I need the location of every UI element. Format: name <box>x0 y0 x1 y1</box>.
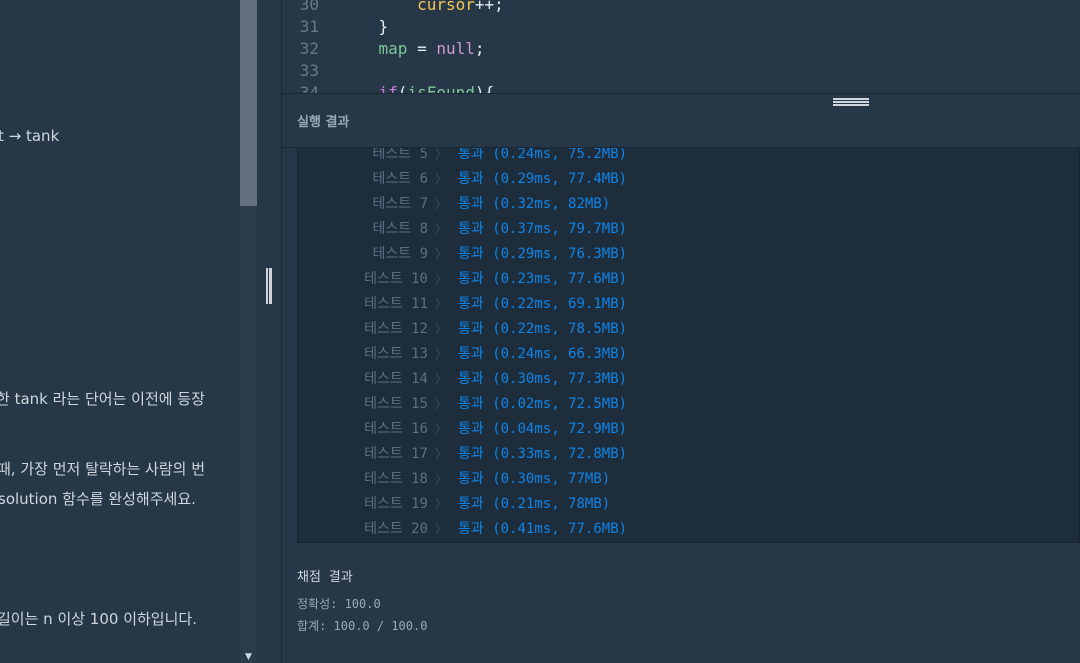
test-result-text: 통과 (0.04ms, 72.9MB) <box>458 421 628 437</box>
test-result-text: 통과 (0.22ms, 69.1MB) <box>458 296 628 312</box>
code-text[interactable]: } <box>340 16 389 38</box>
code-line[interactable]: 30 cursor++; <box>282 0 1080 16</box>
test-result-row: 테스트 20 〉 통과 (0.41ms, 77.6MB) <box>298 517 1079 542</box>
test-result-row: 테스트 15 〉 통과 (0.02ms, 72.5MB) <box>298 392 1079 417</box>
test-result-row: 테스트 14 〉 통과 (0.30ms, 77.3MB) <box>298 367 1079 392</box>
chevron-right-icon: 〉 <box>435 222 448 236</box>
test-result-text: 통과 (0.02ms, 72.5MB) <box>458 396 628 412</box>
chevron-right-icon: 〉 <box>435 172 448 186</box>
problem-description-panel: t → tank 한 tank 라는 단어는 이전에 등장 때, 가장 먼저 탈… <box>0 0 240 663</box>
test-label: 테스트 11 <box>364 296 428 312</box>
test-result-row: 테스트 6 〉 통과 (0.29ms, 77.4MB) <box>298 167 1079 192</box>
test-result-text: 통과 (0.30ms, 77.3MB) <box>458 371 628 387</box>
test-result-text: 통과 (0.37ms, 79.7MB) <box>458 221 628 237</box>
test-result-row: 테스트 13 〉 통과 (0.24ms, 66.3MB) <box>298 342 1079 367</box>
result-panel-body: 테스트 5 〉 통과 (0.24ms, 75.2MB) 테스트 6 〉 통과 (0.29m… <box>282 148 1080 663</box>
horizontal-grip-icon[interactable] <box>833 98 869 106</box>
result-panel-header: 실행 결과 <box>282 93 1080 148</box>
test-result-row: 테스트 18 〉 통과 (0.30ms, 77MB) <box>298 467 1079 492</box>
chevron-right-icon: 〉 <box>435 297 448 311</box>
accuracy-score: 정확성: 100.0 <box>297 597 381 611</box>
test-result-row: 테스트 7 〉 통과 (0.32ms, 82MB) <box>298 192 1079 217</box>
description-line: 한 tank 라는 단어는 이전에 등장 <box>0 390 205 408</box>
grading-title: 채점 결과 <box>297 570 353 585</box>
description-line: 길이는 n 이상 100 이하입니다. <box>0 610 197 628</box>
chevron-right-icon: 〉 <box>435 497 448 511</box>
vertical-grip-icon[interactable] <box>266 268 272 304</box>
test-label: 테스트 12 <box>364 321 428 337</box>
test-label: 테스트 6 <box>372 171 429 187</box>
test-label: 테스트 13 <box>364 346 428 362</box>
test-label: 테스트 9 <box>372 246 429 262</box>
test-label: 테스트 16 <box>364 421 428 437</box>
test-label: 테스트 10 <box>364 271 428 287</box>
test-result-row: 테스트 10 〉 통과 (0.23ms, 77.6MB) <box>298 267 1079 292</box>
test-result-text: 통과 (0.24ms, 75.2MB) <box>458 148 628 162</box>
line-number: 33 <box>299 61 319 80</box>
chevron-right-icon: 〉 <box>435 347 448 361</box>
test-label: 테스트 15 <box>364 396 428 412</box>
code-line[interactable]: 31 } <box>282 16 1080 38</box>
chevron-right-icon: 〉 <box>435 322 448 336</box>
test-label: 테스트 8 <box>372 221 429 237</box>
test-result-text: 통과 (0.29ms, 76.3MB) <box>458 246 628 262</box>
test-result-row: 테스트 5 〉 통과 (0.24ms, 75.2MB) <box>298 148 1079 167</box>
test-result-text: 통과 (0.23ms, 77.6MB) <box>458 271 628 287</box>
test-result-row: 테스트 17 〉 통과 (0.33ms, 72.8MB) <box>298 442 1079 467</box>
test-result-row: 테스트 16 〉 통과 (0.04ms, 72.9MB) <box>298 417 1079 442</box>
test-result-text: 통과 (0.41ms, 77.6MB) <box>458 521 628 537</box>
chevron-right-icon: 〉 <box>435 397 448 411</box>
description-line: solution 함수를 완성해주세요. <box>0 490 196 508</box>
test-result-text: 통과 (0.30ms, 77MB) <box>458 471 611 487</box>
code-editor[interactable]: 30 cursor++; 31 } 32 map = null; 33 34 if(is… <box>282 0 1080 93</box>
panel-splitter[interactable] <box>257 0 282 663</box>
test-label: 테스트 18 <box>364 471 428 487</box>
line-number: 34 <box>299 83 319 93</box>
test-result-text: 통과 (0.29ms, 77.4MB) <box>458 171 628 187</box>
test-results-list[interactable]: 테스트 5 〉 통과 (0.24ms, 75.2MB) 테스트 6 〉 통과 (0.29m… <box>297 148 1080 543</box>
test-result-row: 테스트 11 〉 통과 (0.22ms, 69.1MB) <box>298 292 1079 317</box>
test-result-row: 테스트 12 〉 통과 (0.22ms, 78.5MB) <box>298 317 1079 342</box>
line-number: 30 <box>299 0 319 14</box>
description-scroll-thumb[interactable] <box>240 0 257 206</box>
chevron-right-icon: 〉 <box>435 522 448 536</box>
result-panel-title: 실행 결과 <box>297 115 350 130</box>
chevron-right-icon: 〉 <box>435 247 448 261</box>
chevron-right-icon: 〉 <box>435 148 448 161</box>
test-label: 테스트 5 <box>372 148 429 162</box>
description-line: t → tank <box>0 127 60 145</box>
code-text[interactable]: cursor++; <box>340 0 504 16</box>
test-result-text: 통과 (0.24ms, 66.3MB) <box>458 346 628 362</box>
chevron-right-icon: 〉 <box>435 197 448 211</box>
test-label: 테스트 17 <box>364 446 428 462</box>
code-text[interactable]: map = null; <box>340 38 485 60</box>
test-result-text: 통과 (0.32ms, 82MB) <box>458 196 611 212</box>
code-line[interactable]: 32 map = null; <box>282 38 1080 60</box>
test-result-text: 통과 (0.22ms, 78.5MB) <box>458 321 628 337</box>
line-number: 32 <box>299 39 319 58</box>
chevron-right-icon: 〉 <box>435 447 448 461</box>
test-result-text: 통과 (0.21ms, 78MB) <box>458 496 611 512</box>
chevron-right-icon: 〉 <box>435 422 448 436</box>
test-label: 테스트 7 <box>372 196 429 212</box>
code-line[interactable]: 33 <box>282 60 1080 82</box>
test-label: 테스트 14 <box>364 371 428 387</box>
chevron-right-icon: 〉 <box>435 472 448 486</box>
description-line: 때, 가장 먼저 탈락하는 사람의 번 <box>0 460 206 478</box>
test-result-row: 테스트 8 〉 통과 (0.37ms, 79.7MB) <box>298 217 1079 242</box>
test-label: 테스트 20 <box>364 521 428 537</box>
test-result-text: 통과 (0.33ms, 72.8MB) <box>458 446 628 462</box>
code-line[interactable]: 34 if(isFound){ <box>282 82 1080 93</box>
chevron-right-icon: 〉 <box>435 372 448 386</box>
chevron-right-icon: 〉 <box>435 272 448 286</box>
test-label: 테스트 19 <box>364 496 428 512</box>
test-result-row: 테스트 9 〉 통과 (0.29ms, 76.3MB) <box>298 242 1079 267</box>
chevron-down-icon[interactable]: ▼ <box>241 652 256 663</box>
line-number: 31 <box>299 17 319 36</box>
total-score: 합계: 100.0 / 100.0 <box>297 619 428 633</box>
code-text[interactable]: if(isFound){ <box>340 82 495 93</box>
test-result-row: 테스트 19 〉 통과 (0.21ms, 78MB) <box>298 492 1079 517</box>
